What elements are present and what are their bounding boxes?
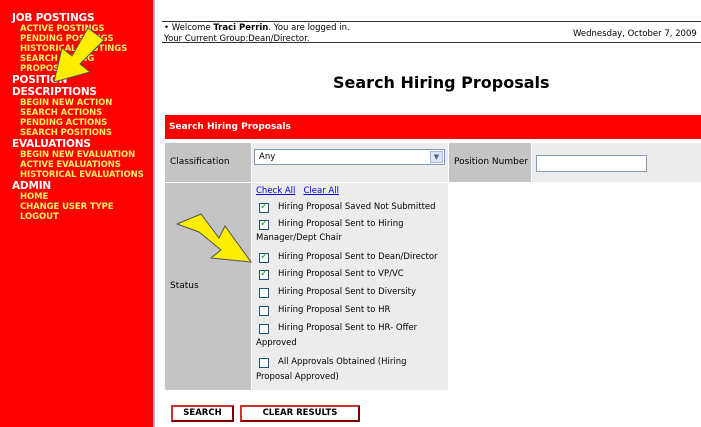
status-checkbox[interactable]: ✓: [259, 268, 269, 280]
status-checkbox[interactable]: ✓: [259, 251, 269, 263]
check-all-link[interactable]: Check All: [256, 186, 295, 196]
annotation-arrow-icon: [53, 27, 105, 83]
status-checkbox[interactable]: [259, 358, 269, 368]
nav-historical-evaluations[interactable]: HISTORICAL EVALUATIONS: [0, 170, 155, 180]
section-admin: ADMIN: [12, 180, 51, 192]
status-checkbox[interactable]: ✓: [259, 218, 269, 230]
status-checkbox[interactable]: [259, 306, 269, 316]
nav-begin-new-evaluation[interactable]: BEGIN NEW EVALUATION: [0, 150, 155, 160]
current-group: Your Current Group:Dean/Director.: [164, 34, 310, 44]
clear-results-button[interactable]: CLEAR RESULTS: [240, 405, 360, 422]
checkmark-icon: ✓: [260, 201, 269, 212]
section-job-postings: JOB POSTINGS: [12, 12, 95, 24]
welcome-message: • Welcome Traci Perrin. You are logged i…: [164, 23, 350, 33]
checkmark-icon: ✓: [260, 268, 269, 279]
status-checkbox[interactable]: [259, 324, 269, 334]
sidebar-divider: [153, 0, 155, 427]
user-name: Traci Perrin: [213, 23, 269, 33]
position-number-input[interactable]: [536, 155, 647, 172]
current-date: Wednesday, October 7, 2009: [573, 29, 697, 39]
nav-active-evaluations[interactable]: ACTIVE EVALUATIONS: [0, 160, 155, 170]
status-checkbox[interactable]: [259, 288, 269, 298]
form-header: Search Hiring Proposals: [165, 115, 701, 139]
checkmark-icon: ✓: [260, 218, 269, 229]
chevron-down-icon[interactable]: ▼: [430, 151, 443, 163]
annotation-arrow-icon: [175, 213, 253, 263]
classification-label: Classification Title: [165, 143, 251, 206]
nav-home[interactable]: HOME: [0, 192, 155, 202]
status-checkbox[interactable]: ✓: [259, 201, 269, 213]
page-title: Search Hiring Proposals: [333, 73, 550, 92]
section-evaluations: EVALUATIONS: [12, 138, 91, 150]
position-number-label: Position Number: [449, 143, 531, 182]
nav-search-actions[interactable]: SEARCH ACTIONS: [0, 108, 155, 118]
nav-pending-actions[interactable]: PENDING ACTIONS: [0, 118, 155, 128]
welcome-bar: • Welcome Traci Perrin. You are logged i…: [162, 21, 701, 44]
nav-begin-new-action[interactable]: BEGIN NEW ACTION: [0, 98, 155, 108]
nav-logout[interactable]: LOGOUT: [0, 212, 155, 222]
nav-change-user-type[interactable]: CHANGE USER TYPE: [0, 202, 155, 212]
nav-search-positions[interactable]: SEARCH POSITIONS: [0, 128, 155, 138]
checkmark-icon: ✓: [260, 251, 269, 262]
classification-select[interactable]: Any ▼: [254, 149, 445, 165]
search-button[interactable]: SEARCH: [171, 405, 234, 422]
clear-all-link[interactable]: Clear All: [304, 186, 339, 196]
